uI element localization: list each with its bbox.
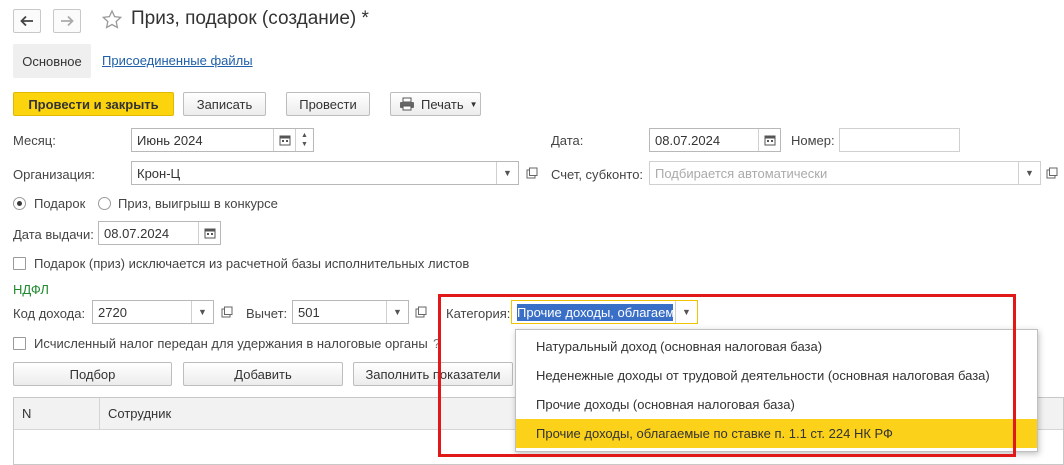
arrow-left-icon — [20, 15, 33, 27]
radio-gift-label: Подарок — [34, 196, 86, 211]
page-title: Приз, подарок (создание) * — [131, 8, 369, 29]
deduction-field[interactable]: 501 ▼ — [292, 300, 409, 324]
date-value: 08.07.2024 — [655, 132, 721, 148]
calendar-icon — [279, 135, 290, 146]
date-label: Дата: — [551, 133, 584, 148]
account-field[interactable]: Подбирается автоматически ▼ — [649, 161, 1041, 185]
open-form-icon — [1046, 167, 1058, 179]
open-form-icon — [526, 167, 538, 179]
account-dropdown-button[interactable]: ▼ — [1018, 162, 1040, 184]
month-spinner[interactable]: ▲ ▼ — [295, 129, 313, 151]
income-code-field[interactable]: 2720 ▼ — [92, 300, 214, 324]
calendar-icon — [764, 135, 775, 146]
arrow-right-icon — [61, 15, 74, 27]
column-number[interactable]: N — [14, 398, 100, 429]
organization-open-button[interactable] — [523, 164, 541, 182]
tab-main[interactable]: Основное — [13, 44, 91, 78]
month-field[interactable]: Июнь 2024 ▲ ▼ — [131, 128, 314, 152]
calendar-icon — [204, 228, 215, 239]
issue-date-label: Дата выдачи: — [13, 227, 94, 242]
chevron-down-icon: ▼ — [503, 168, 512, 178]
chevron-down-icon: ▼ — [198, 307, 207, 317]
deduction-label: Вычет: — [246, 306, 288, 321]
column-employee[interactable]: Сотрудник — [100, 406, 171, 421]
issue-date-calendar-button[interactable] — [198, 222, 220, 244]
organization-dropdown-button[interactable]: ▼ — [496, 162, 518, 184]
add-button[interactable]: Добавить — [183, 362, 343, 386]
spin-down-icon[interactable]: ▼ — [301, 140, 308, 149]
open-form-icon — [415, 306, 427, 318]
number-label: Номер: — [791, 133, 835, 148]
exclude-checkbox[interactable] — [13, 257, 26, 270]
organization-field[interactable]: Крон-Ц ▼ — [131, 161, 519, 185]
account-open-button[interactable] — [1043, 164, 1061, 182]
deduction-dropdown-button[interactable]: ▼ — [386, 301, 408, 323]
deduction-value: 501 — [298, 304, 320, 320]
radio-prize[interactable] — [98, 197, 111, 210]
exclude-checkbox-label: Подарок (приз) исключается из расчетной … — [34, 256, 470, 271]
spin-up-icon[interactable]: ▲ — [301, 131, 308, 140]
chevron-down-icon: ▼ — [1025, 168, 1034, 178]
issue-date-value: 08.07.2024 — [104, 225, 170, 241]
ndfl-section-title: НДФЛ — [13, 282, 49, 297]
organization-label: Организация: — [13, 167, 96, 182]
print-button[interactable]: Печать ▼ — [390, 92, 481, 116]
date-calendar-button[interactable] — [758, 129, 780, 151]
favorite-star-icon[interactable] — [101, 9, 123, 34]
income-code-value: 2720 — [98, 304, 127, 320]
back-button[interactable] — [13, 9, 41, 33]
organization-value: Крон-Ц — [137, 165, 181, 181]
date-field[interactable]: 08.07.2024 — [649, 128, 781, 152]
chevron-down-icon: ▼ — [393, 307, 402, 317]
open-form-icon — [221, 306, 233, 318]
radio-prize-label: Приз, выигрыш в конкурсе — [118, 196, 278, 211]
issue-date-field[interactable]: 08.07.2024 — [98, 221, 221, 245]
tab-attached-files[interactable]: Присоединенные файлы — [102, 53, 253, 68]
income-code-label: Код дохода: — [13, 306, 86, 321]
number-field[interactable] — [839, 128, 960, 152]
deduction-open-button[interactable] — [412, 303, 430, 321]
calendar-button[interactable] — [273, 129, 295, 151]
account-label: Счет, субконто: — [551, 167, 644, 182]
save-button[interactable]: Записать — [183, 92, 266, 116]
month-value: Июнь 2024 — [137, 132, 203, 148]
forward-button[interactable] — [53, 9, 81, 33]
income-code-dropdown-button[interactable]: ▼ — [191, 301, 213, 323]
print-label: Печать — [421, 96, 464, 112]
income-code-open-button[interactable] — [218, 303, 236, 321]
tax-transferred-checkbox[interactable] — [13, 337, 26, 350]
post-button[interactable]: Провести — [286, 92, 370, 116]
month-label: Месяц: — [13, 133, 56, 148]
account-placeholder: Подбирается автоматически — [655, 165, 828, 181]
chevron-down-icon: ▼ — [469, 99, 478, 109]
printer-icon — [400, 97, 414, 111]
radio-gift[interactable] — [13, 197, 26, 210]
highlight-frame — [438, 294, 1016, 457]
post-and-close-button[interactable]: Провести и закрыть — [13, 92, 174, 116]
tax-transferred-label: Исчисленный налог передан для удержания … — [34, 336, 428, 351]
select-button[interactable]: Подбор — [13, 362, 172, 386]
